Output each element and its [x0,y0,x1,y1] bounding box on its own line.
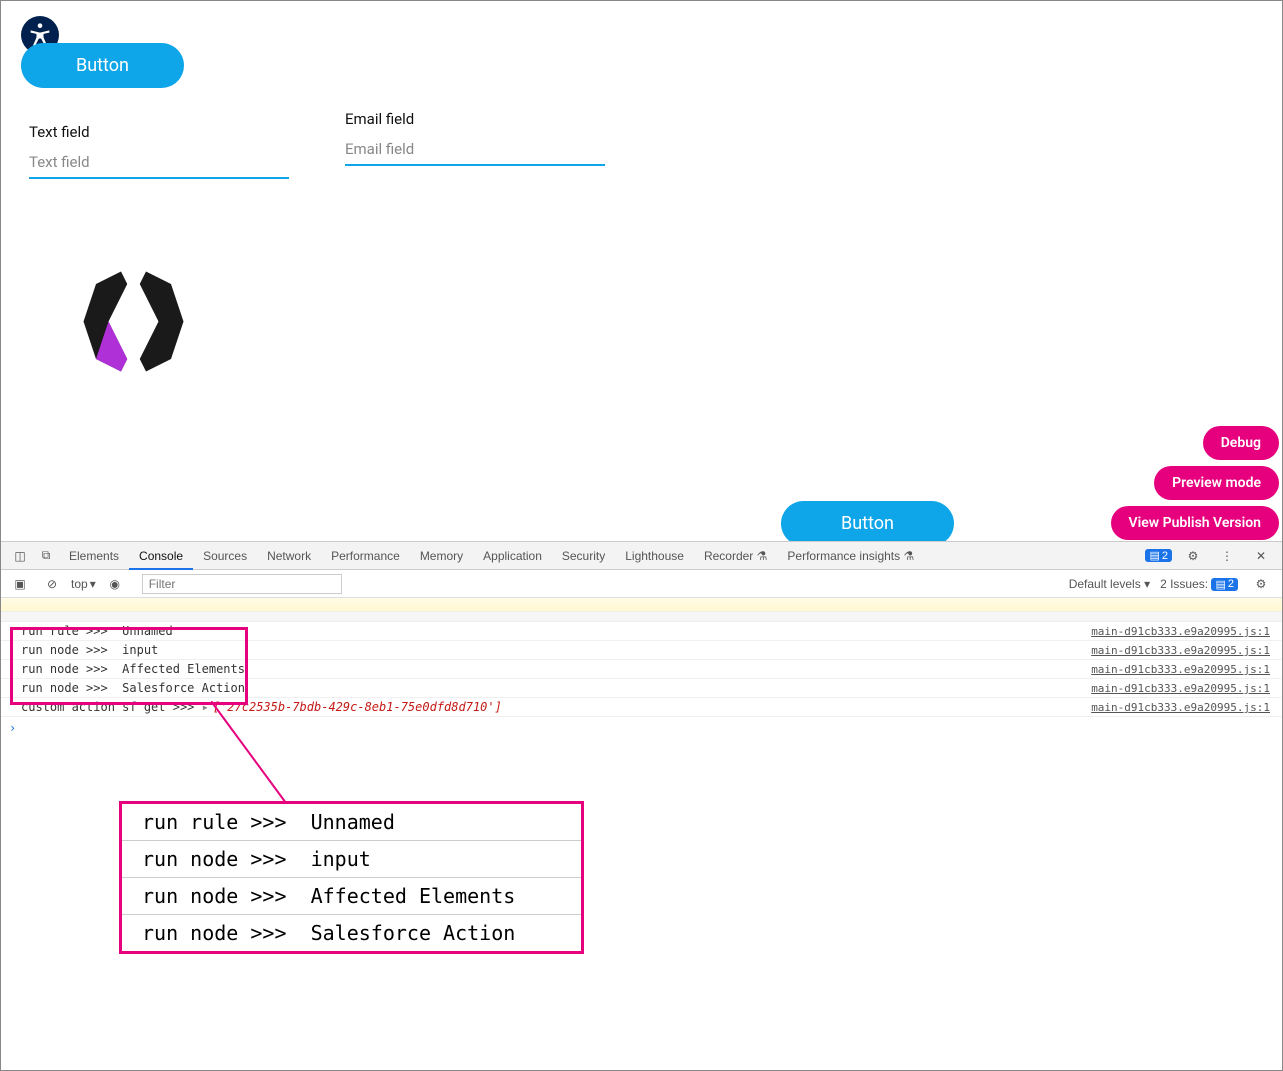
console-output: run rule >>> Unnamedmain-d91cb333.e9a209… [1,622,1282,717]
device-icon[interactable]: ⧉ [37,548,55,563]
levels-selector[interactable]: Default levels ▾ [1069,577,1150,591]
source-link[interactable]: main-d91cb333.e9a20995.js:1 [1091,682,1270,695]
source-link[interactable]: main-d91cb333.e9a20995.js:1 [1091,663,1270,676]
zoom-row: run node >>> Salesforce Action [122,915,581,951]
messages-badge[interactable]: ▤ 2 [1145,549,1172,562]
more-icon[interactable]: ⋮ [1218,549,1236,563]
filter-input[interactable] [142,574,342,594]
console-toolbar: ▣ ⊘ top ▾ ◉ Default levels ▾ 2 Issues: ▤… [1,570,1282,598]
email-field-label: Email field [345,110,605,128]
source-link[interactable]: main-d91cb333.e9a20995.js:1 [1091,701,1270,714]
console-row: run node >>> inputmain-d91cb333.e9a20995… [1,641,1282,660]
issues-link[interactable]: 2 Issues: ▤ 2 [1160,577,1238,591]
tab-security[interactable]: Security [552,542,615,570]
source-link[interactable]: main-d91cb333.e9a20995.js:1 [1091,625,1270,638]
source-link[interactable]: main-d91cb333.e9a20995.js:1 [1091,644,1270,657]
tab-application[interactable]: Application [473,542,552,570]
warning-strip [1,598,1282,612]
tab-recorder[interactable]: Recorder ⚗ [694,542,777,570]
zoom-callout: run rule >>> Unnamed run node >>> input … [119,801,584,954]
close-icon[interactable]: ✕ [1252,549,1270,563]
tab-performance[interactable]: Performance [321,542,410,570]
tab-console[interactable]: Console [129,542,193,570]
debug-button[interactable]: Debug [1203,426,1279,460]
tab-elements[interactable]: Elements [59,542,129,570]
zoom-row: run node >>> Affected Elements [122,878,581,915]
context-selector[interactable]: top ▾ [71,577,96,591]
tab-network[interactable]: Network [257,542,321,570]
settings-gear-icon[interactable]: ⚙ [1252,577,1270,591]
inspect-icon[interactable]: ◫ [11,549,29,563]
console-row: run node >>> Salesforce Actionmain-d91cb… [1,679,1282,698]
sidebar-toggle-icon[interactable]: ▣ [11,577,29,591]
tab-memory[interactable]: Memory [410,542,473,570]
clear-icon[interactable]: ⊘ [43,577,61,591]
expand-caret-icon[interactable]: ▸ [202,700,209,714]
zoom-row: run rule >>> Unnamed [122,804,581,841]
gear-icon[interactable]: ⚙ [1184,549,1202,563]
app-logo [71,259,196,384]
text-field-label: Text field [29,123,289,141]
view-publish-button[interactable]: View Publish Version [1111,506,1279,540]
tab-lighthouse[interactable]: Lighthouse [615,542,694,570]
email-field-input[interactable] [345,134,605,166]
tab-perf-insights[interactable]: Performance insights ⚗ [777,542,924,570]
console-row: run rule >>> Unnamedmain-d91cb333.e9a209… [1,622,1282,641]
preview-button[interactable]: Preview mode [1154,466,1279,500]
text-field-group: Text field [29,123,289,179]
zoom-row: run node >>> input [122,841,581,878]
eye-icon[interactable]: ◉ [106,577,124,591]
console-prompt[interactable]: › [1,717,1282,739]
devtools-tabs: ◫ ⧉ Elements Console Sources Network Per… [1,542,1282,570]
console-row: custom action sf get >>> ▸['27c2535b-7bd… [1,698,1282,717]
text-field-input[interactable] [29,147,289,179]
gap-strip [1,612,1282,622]
main-button[interactable]: Button [21,43,184,88]
action-buttons: Debug Preview mode View Publish Version [1111,426,1279,540]
tab-sources[interactable]: Sources [193,542,257,570]
console-row: run node >>> Affected Elementsmain-d91cb… [1,660,1282,679]
secondary-button[interactable]: Button [781,501,954,546]
email-field-group: Email field [345,110,605,166]
